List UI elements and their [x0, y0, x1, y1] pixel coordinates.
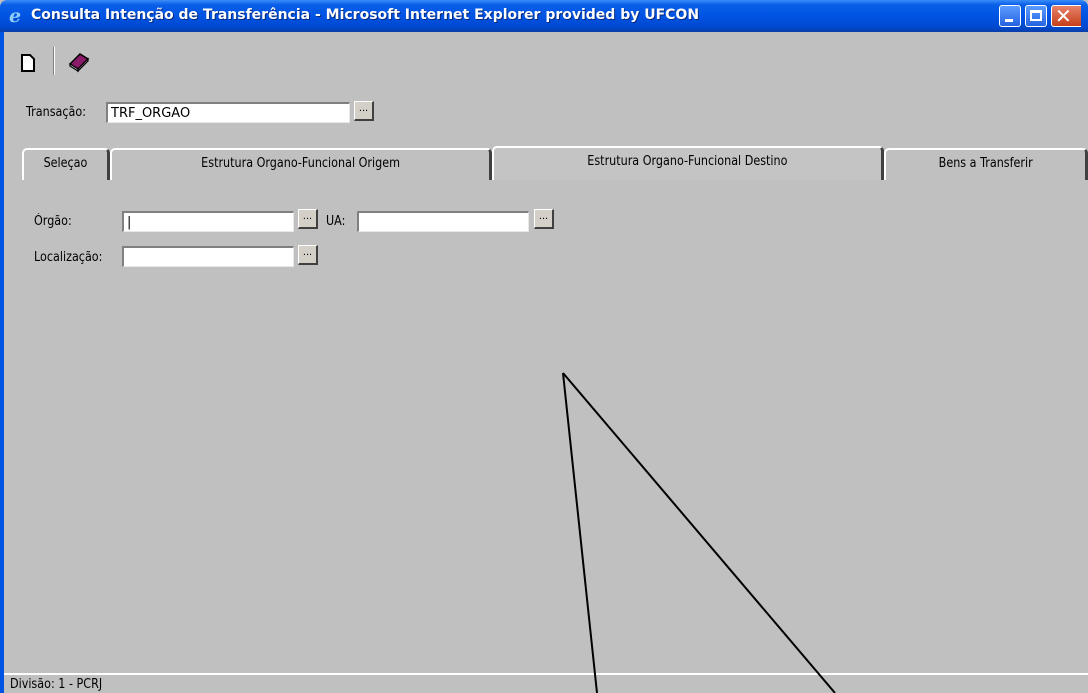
annotation-lines: [562, 372, 836, 693]
annotation-line-left: [562, 372, 598, 693]
browser-window: e Consulta Intenção de Transferência - M…: [0, 0, 1088, 693]
annotation-line-right: [562, 372, 836, 693]
